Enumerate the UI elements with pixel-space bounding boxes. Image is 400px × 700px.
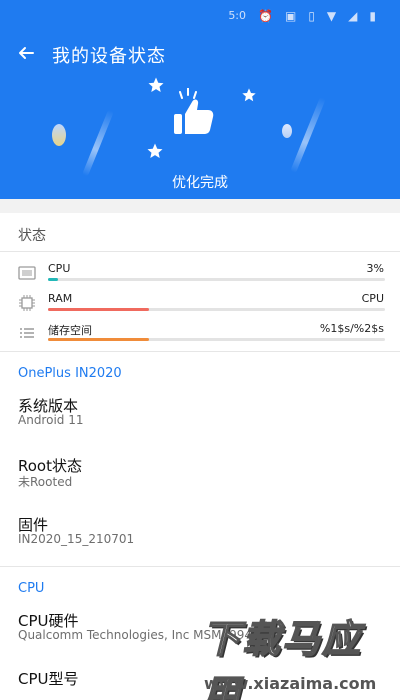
app-bar: 我的设备状态 — [0, 36, 400, 70]
section-gap — [0, 199, 400, 213]
star-icon — [147, 143, 163, 158]
watermark: 下载马应用 www.xiazaima.com — [196, 608, 400, 700]
divider — [0, 566, 400, 567]
item-title: CPU型号 — [18, 670, 79, 688]
metric-label: 储存空间 — [48, 324, 92, 337]
star-icon — [242, 88, 256, 102]
star-icon — [148, 77, 164, 92]
metric-value: CPU — [361, 292, 384, 305]
item-value: Android 11 — [18, 413, 84, 427]
header-banner: 5:0 ⏰ ▣ ▯ ▼ ◢ ▮ 我的设备状态 优化完成 — [0, 0, 400, 199]
light-streak — [82, 109, 114, 177]
metric-value: %1$s/%2$s — [319, 322, 384, 335]
metric-label: RAM — [48, 292, 73, 305]
metric-storage: 储存空间 %1$s/%2$s — [0, 322, 400, 348]
divider — [0, 351, 400, 352]
back-button[interactable] — [14, 41, 38, 65]
decor-capsule — [282, 124, 292, 138]
progress-fill — [48, 308, 150, 311]
light-streak — [290, 96, 326, 174]
optimize-status: 优化完成 — [172, 175, 228, 191]
metric-value: 3% — [366, 262, 384, 275]
battery-icon: ▮ — [369, 8, 376, 23]
progress-track — [48, 278, 385, 281]
back-arrow-icon — [19, 47, 34, 59]
vibrate-icon: ▯ — [308, 8, 315, 23]
metric-ram: RAM CPU — [0, 292, 400, 318]
item-value: 未Rooted — [18, 475, 73, 489]
progress-fill — [48, 278, 59, 281]
progress-track — [48, 308, 385, 311]
metric-cpu: CPU 3% — [0, 262, 400, 288]
page-title: 我的设备状态 — [52, 46, 166, 67]
progress-fill — [48, 338, 150, 341]
cpu-section-title: CPU — [18, 581, 45, 596]
status-time: 5:0 — [228, 9, 247, 22]
nfc-icon: ▣ — [284, 8, 297, 23]
device-section-title: OnePlus IN2020 — [18, 366, 122, 381]
list-icon — [20, 328, 34, 338]
metric-label: CPU — [48, 262, 71, 275]
item-value: IN2020_15_210701 — [18, 532, 135, 546]
decor-capsule — [52, 124, 66, 146]
thumbs-up-icon — [174, 88, 214, 134]
divider — [0, 251, 400, 252]
alarm-icon: ⏰ — [258, 8, 273, 23]
chip-icon — [19, 295, 35, 311]
status-section-title: 状态 — [18, 228, 46, 244]
progress-track — [48, 338, 385, 341]
wifi-icon: ▼ — [326, 8, 337, 23]
signal-icon: ◢ — [348, 8, 358, 23]
display-icon — [18, 266, 36, 280]
status-bar: 5:0 ⏰ ▣ ▯ ▼ ◢ ▮ — [228, 9, 376, 22]
watermark-url: www.xiazaima.com — [204, 674, 377, 693]
